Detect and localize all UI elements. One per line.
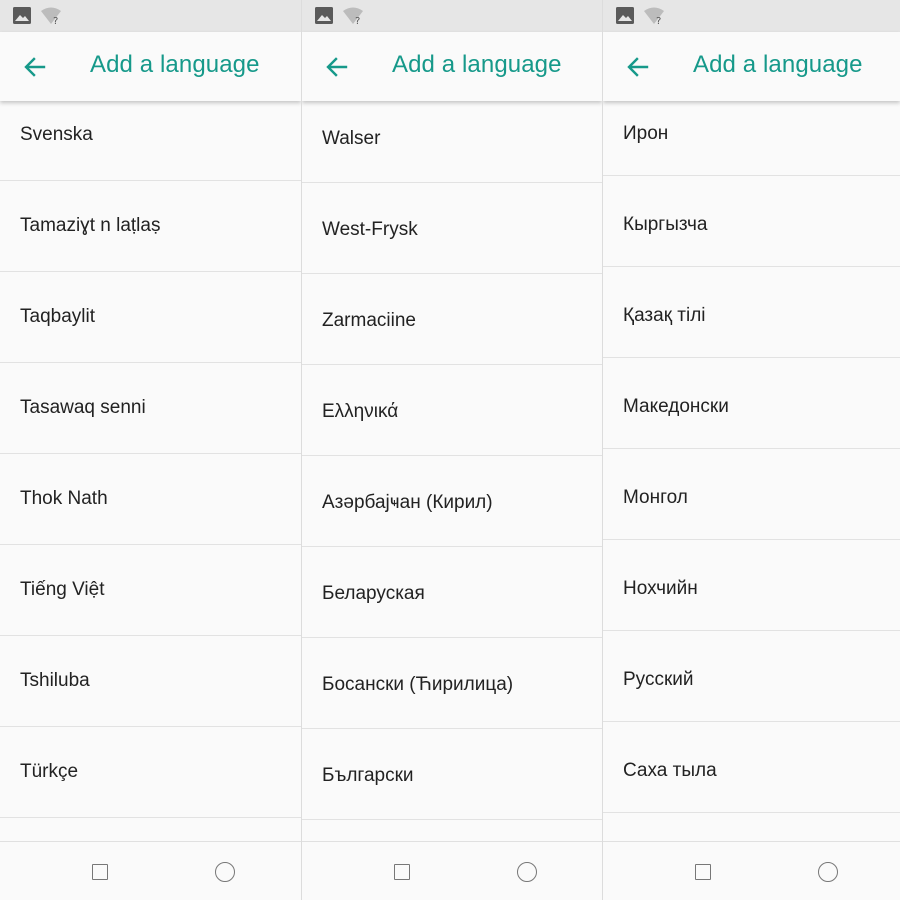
svg-text:?: ?	[656, 16, 661, 25]
language-list-item[interactable]: Tamaziɣt n laṭlaṣ	[0, 181, 301, 272]
language-label: Taqbaylit	[20, 306, 95, 327]
language-label: Беларуская	[322, 583, 425, 604]
language-label: Tiếng Việt	[20, 579, 105, 600]
back-arrow-icon[interactable]	[625, 54, 651, 80]
language-label: Ελληνικά	[322, 401, 399, 422]
language-list-item[interactable]: Български	[302, 729, 602, 820]
language-label: Македонски	[623, 396, 729, 417]
wifi-question-icon: ?	[644, 7, 664, 25]
language-label: Қазақ тілі	[623, 305, 706, 326]
language-label: Български	[322, 765, 414, 786]
screen-panel-3: ? Add a language Ирон Кыргызча Қазақ тілі М…	[603, 0, 900, 900]
home-circle-icon[interactable]	[215, 862, 235, 882]
screen-panel-2: ? Add a language Walser West-Frysk Zarmaci…	[302, 0, 602, 900]
language-label: Монгол	[623, 487, 688, 508]
language-list-item[interactable]: Thok Nath	[0, 454, 301, 545]
language-label: Кыргызча	[623, 214, 708, 235]
language-label: Tasawaq senni	[20, 397, 146, 418]
svg-text:?: ?	[355, 16, 360, 25]
recents-square-icon[interactable]	[394, 864, 410, 880]
screenshot-collage: ? Add a language Svenska Tamaziɣt n laṭla…	[0, 0, 900, 900]
language-label: Ирон	[623, 123, 669, 144]
language-label: Zarmaciine	[322, 310, 416, 331]
language-label: Саха тыла	[623, 760, 717, 781]
svg-text:?: ?	[53, 16, 58, 25]
image-icon	[13, 7, 31, 24]
language-list-item[interactable]: Ελληνικά	[302, 365, 602, 456]
app-bar: Add a language	[302, 32, 602, 101]
language-list-item[interactable]	[603, 813, 900, 841]
app-bar: Add a language	[603, 32, 900, 101]
language-label: West-Frysk	[322, 219, 418, 240]
language-label: Нохчийн	[623, 578, 698, 599]
language-label: Türkçe	[20, 761, 79, 782]
app-bar: Add a language	[0, 32, 301, 101]
status-bar: ?	[302, 0, 602, 32]
language-label: Walser	[322, 128, 381, 149]
language-list-item[interactable]: Taqbaylit	[0, 272, 301, 363]
language-list-item[interactable]: Svenska	[0, 101, 301, 181]
language-list-item[interactable]: Кыргызча	[603, 176, 900, 267]
language-list-item[interactable]: Tasawaq senni	[0, 363, 301, 454]
language-list-item[interactable]: Русский	[603, 631, 900, 722]
language-list-item[interactable]: Қазақ тілі	[603, 267, 900, 358]
language-label: Босански (Ћирилица)	[322, 674, 514, 695]
navigation-bar	[0, 841, 301, 900]
back-arrow-icon[interactable]	[324, 54, 350, 80]
language-label: Азәрбајҹан (Кирил)	[322, 492, 493, 513]
recents-square-icon[interactable]	[695, 864, 711, 880]
language-label: Thok Nath	[20, 488, 108, 509]
language-list[interactable]: Svenska Tamaziɣt n laṭlaṣ Taqbaylit Tasawaq…	[0, 101, 301, 841]
recents-square-icon[interactable]	[92, 864, 108, 880]
language-list-item[interactable]	[302, 820, 602, 841]
language-label: Русский	[623, 669, 694, 690]
wifi-question-icon: ?	[41, 7, 61, 25]
language-list-item[interactable]: Саха тыла	[603, 722, 900, 813]
home-circle-icon[interactable]	[818, 862, 838, 882]
status-bar: ?	[603, 0, 900, 32]
language-list-item[interactable]: Zarmaciine	[302, 274, 602, 365]
status-bar: ?	[0, 0, 301, 32]
navigation-bar	[302, 841, 602, 900]
home-circle-icon[interactable]	[517, 862, 537, 882]
page-title: Add a language	[392, 51, 562, 78]
image-icon	[616, 7, 634, 24]
language-list[interactable]: Ирон Кыргызча Қазақ тілі Македонски Монгол Но…	[603, 101, 900, 841]
language-list-item[interactable]: Tiếng Việt	[0, 545, 301, 636]
language-list-item[interactable]: Македонски	[603, 358, 900, 449]
language-list-item[interactable]: Азәрбајҹан (Кирил)	[302, 456, 602, 547]
language-list-item[interactable]: Босански (Ћирилица)	[302, 638, 602, 729]
language-list-item[interactable]: Беларуская	[302, 547, 602, 638]
page-title: Add a language	[90, 51, 260, 78]
page-title: Add a language	[693, 51, 863, 78]
language-list-item[interactable]: Монгол	[603, 449, 900, 540]
language-label: Tamaziɣt n laṭlaṣ	[20, 215, 161, 236]
wifi-question-icon: ?	[343, 7, 363, 25]
language-list-item[interactable]: Tshiluba	[0, 636, 301, 727]
image-icon	[315, 7, 333, 24]
screen-panel-1: ? Add a language Svenska Tamaziɣt n laṭla…	[0, 0, 301, 900]
language-list-item[interactable]: Ирон	[603, 101, 900, 176]
language-list-item[interactable]	[0, 818, 301, 841]
navigation-bar	[603, 841, 900, 900]
language-list-item[interactable]: West-Frysk	[302, 183, 602, 274]
language-list-item[interactable]: Walser	[302, 101, 602, 183]
language-label: Tshiluba	[20, 670, 90, 691]
language-label: Svenska	[20, 124, 93, 145]
language-list-item[interactable]: Нохчийн	[603, 540, 900, 631]
back-arrow-icon[interactable]	[22, 54, 48, 80]
language-list-item[interactable]: Türkçe	[0, 727, 301, 818]
language-list[interactable]: Walser West-Frysk Zarmaciine Ελληνικά Азәрба…	[302, 101, 602, 841]
